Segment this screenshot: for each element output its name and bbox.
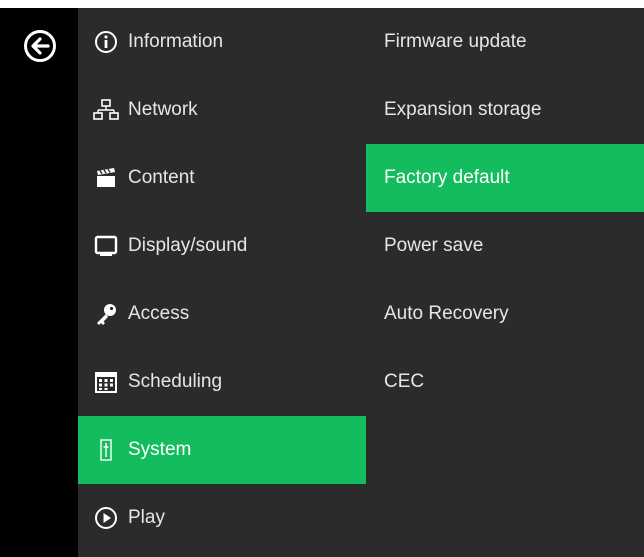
system-submenu: Firmware update Expansion storage Factor… [366,8,644,557]
menu-label-content: Content [128,167,195,188]
network-icon [92,96,120,124]
menu-item-information[interactable]: Information [78,8,366,76]
submenu-label: Expansion storage [384,99,542,120]
submenu-label: Power save [384,235,484,256]
calendar-icon [92,368,120,396]
settings-window: Information Network Content Display/soun… [0,8,644,557]
menu-item-system[interactable]: System [78,416,366,484]
back-button[interactable] [22,28,58,64]
menu-label-network: Network [128,99,198,120]
monitor-icon [92,232,120,260]
clapperboard-icon [92,164,120,192]
submenu-label: Firmware update [384,31,527,52]
menu-label-play: Play [128,507,165,528]
submenu-item-auto-recovery[interactable]: Auto Recovery [366,280,644,348]
submenu-item-cec[interactable]: CEC [366,348,644,416]
submenu-label: CEC [384,371,425,392]
menu-item-network[interactable]: Network [78,76,366,144]
menu-item-scheduling[interactable]: Scheduling [78,348,366,416]
menu-item-play[interactable]: Play [78,484,366,552]
submenu-label: Auto Recovery [384,303,509,324]
submenu-label: Factory default [384,167,510,188]
system-icon [92,436,120,464]
submenu-item-expansion-storage[interactable]: Expansion storage [366,76,644,144]
play-icon [92,504,120,532]
menu-item-content[interactable]: Content [78,144,366,212]
submenu-item-power-save[interactable]: Power save [366,212,644,280]
menu-item-display-sound[interactable]: Display/sound [78,212,366,280]
menu-label-display-sound: Display/sound [128,235,248,256]
menu-label-access: Access [128,303,190,324]
menu-label-scheduling: Scheduling [128,371,223,392]
menu-label-system: System [128,439,192,460]
submenu-item-factory-default[interactable]: Factory default [366,144,644,212]
menu-label-information: Information [128,31,224,52]
submenu-item-firmware-update[interactable]: Firmware update [366,8,644,76]
info-icon [92,28,120,56]
key-icon [92,300,120,328]
back-arrow-icon [24,30,56,62]
back-column [0,8,78,557]
menu-item-access[interactable]: Access [78,280,366,348]
main-menu: Information Network Content Display/soun… [78,8,366,557]
